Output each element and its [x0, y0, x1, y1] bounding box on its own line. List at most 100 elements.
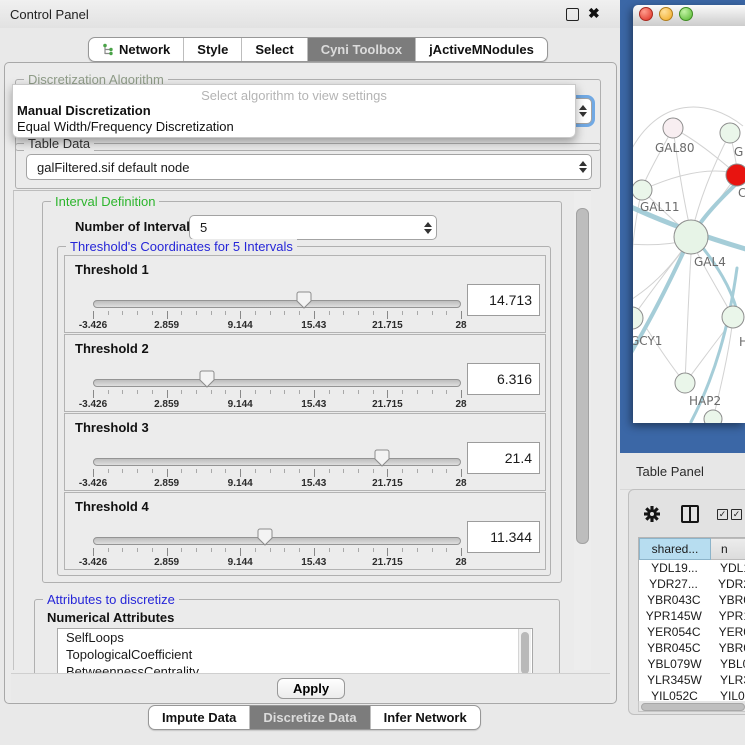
slider-tick-label: 9.144 [228, 399, 253, 410]
gear-icon[interactable] [643, 505, 661, 523]
cell-name: YPR1 [709, 608, 745, 624]
network-edge[interactable] [642, 171, 729, 190]
slider-tick [196, 311, 197, 315]
bottom-tab-impute-data[interactable]: Impute Data [149, 706, 249, 729]
slider-tick [417, 469, 418, 473]
network-node[interactable] [633, 180, 652, 200]
tab-style[interactable]: Style [183, 38, 241, 61]
zoom-traffic-light[interactable] [679, 7, 693, 21]
table-row[interactable]: YBR045CYBR0 [639, 640, 745, 656]
table-row[interactable]: YDR27...YDR2 [639, 576, 745, 592]
network-node[interactable] [726, 164, 745, 186]
threshold-value-field[interactable]: 21.4 [467, 442, 540, 474]
threshold-slider-track[interactable] [93, 458, 461, 466]
table-row[interactable]: YBR043CYBR0 [639, 592, 745, 608]
slider-tick [284, 311, 285, 315]
list-scrollbar[interactable] [518, 629, 531, 675]
network-canvas[interactable]: GAL80GGAL11CGAL4GCY1HHAP2 [633, 26, 745, 423]
table-data-combobox[interactable]: galFiltered.sif default node [26, 154, 592, 180]
minimize-traffic-light[interactable] [659, 7, 673, 21]
slider-tick [211, 548, 212, 552]
tab-cyni-toolbox[interactable]: Cyni Toolbox [307, 38, 415, 61]
tab-network[interactable]: Network [89, 38, 183, 61]
network-node[interactable] [722, 306, 744, 328]
float-window-icon[interactable] [566, 8, 579, 21]
table-hscrollbar-thumb[interactable] [641, 703, 745, 711]
list-scrollbar-thumb[interactable] [521, 632, 529, 674]
network-edge[interactable] [633, 248, 685, 318]
threshold-slider-handle[interactable] [296, 291, 312, 309]
attribute-item-selfloops[interactable]: SelfLoops [58, 629, 532, 646]
slider-tick [152, 469, 153, 473]
threshold-slider-handle[interactable] [199, 370, 215, 388]
network-node[interactable] [633, 307, 643, 329]
slider-tick [402, 311, 403, 315]
slider-tick [343, 469, 344, 473]
slider-tick [284, 548, 285, 552]
slider-tick [108, 311, 109, 315]
table-row[interactable]: YPR145WYPR1 [639, 608, 745, 624]
number-of-intervals-spinner[interactable]: 5 [189, 215, 437, 240]
threshold-slider-track[interactable] [93, 379, 461, 387]
threshold-value-field[interactable]: 11.344 [467, 521, 540, 553]
column-header-shared-name[interactable]: shared... [639, 538, 711, 560]
slider-tick [402, 390, 403, 394]
attributes-group-title: Attributes to discretize [43, 592, 179, 607]
threshold-value-field[interactable]: 6.316 [467, 363, 540, 395]
column-header-name[interactable]: n [711, 538, 745, 560]
slider-tick [240, 548, 241, 556]
slider-tick [270, 311, 271, 315]
close-window-icon[interactable]: ✖ [588, 5, 600, 22]
network-edge[interactable] [692, 133, 730, 232]
slider-tick [255, 390, 256, 394]
tab-jactivemnodules[interactable]: jActiveMNodules [415, 38, 547, 61]
threshold-value-field[interactable]: 14.713 [467, 284, 540, 316]
checkbox-icon[interactable]: ✓ [731, 509, 742, 520]
numerical-attributes-list[interactable]: SelfLoopsTopologicalCoefficientBetweenne… [57, 628, 533, 676]
cell-name: YER0 [709, 624, 745, 640]
table-row[interactable]: YER054CYER0 [639, 624, 745, 640]
slider-tick [196, 548, 197, 552]
apply-button[interactable]: Apply [277, 678, 345, 699]
slider-tick [211, 390, 212, 394]
attribute-item-topologicalcoefficient[interactable]: TopologicalCoefficient [58, 646, 532, 663]
spinner-arrows-icon[interactable] [420, 222, 436, 234]
threshold-slider-handle[interactable] [257, 528, 273, 546]
combo-arrows-icon[interactable] [575, 161, 591, 173]
algorithm-option-equal-width-frequency-discretization[interactable]: Equal Width/Frequency Discretization [17, 119, 234, 135]
table-row[interactable]: YLR345WYLR3 [639, 672, 745, 688]
split-panel-icon[interactable] [681, 505, 699, 523]
threshold-slider-handle[interactable] [374, 449, 390, 467]
slider-tick [122, 548, 123, 552]
threshold-slider-track[interactable] [93, 300, 461, 308]
main-scrollbar-thumb[interactable] [576, 208, 589, 544]
threshold-slider-track[interactable] [93, 537, 461, 545]
network-edge[interactable] [685, 254, 691, 383]
network-node[interactable] [675, 373, 695, 393]
bottom-tab-discretize-data[interactable]: Discretize Data [249, 706, 369, 729]
checkbox-icon[interactable]: ✓ [717, 509, 728, 520]
threshold-label: Threshold 1 [75, 262, 149, 277]
tab-select[interactable]: Select [241, 38, 306, 61]
combo-arrows-icon[interactable] [575, 105, 591, 117]
slider-tick [299, 548, 300, 552]
network-edge[interactable] [685, 325, 729, 383]
bottom-tab-infer-network[interactable]: Infer Network [370, 706, 480, 729]
algorithm-option-manual-discretization[interactable]: Manual Discretization [17, 103, 151, 119]
network-node-label: G [734, 145, 743, 159]
main-scrollbar[interactable] [574, 190, 591, 670]
bottom-tabbar: Impute DataDiscretize DataInfer Network [148, 705, 481, 730]
network-node[interactable] [663, 118, 683, 138]
close-traffic-light[interactable] [639, 7, 653, 21]
slider-tick [211, 469, 212, 473]
network-node[interactable] [720, 123, 740, 143]
network-node[interactable] [674, 220, 708, 254]
slider-tick [270, 469, 271, 473]
network-window-titlebar[interactable] [633, 5, 745, 27]
table-row[interactable]: YBL079WYBL0 [639, 656, 745, 672]
network-node[interactable] [704, 410, 722, 423]
table-row[interactable]: YDL19...YDL1 [639, 560, 745, 576]
table-hscrollbar[interactable] [638, 701, 745, 712]
slider-tick [240, 311, 241, 319]
cell-shared-name: YBR043C [639, 592, 709, 608]
